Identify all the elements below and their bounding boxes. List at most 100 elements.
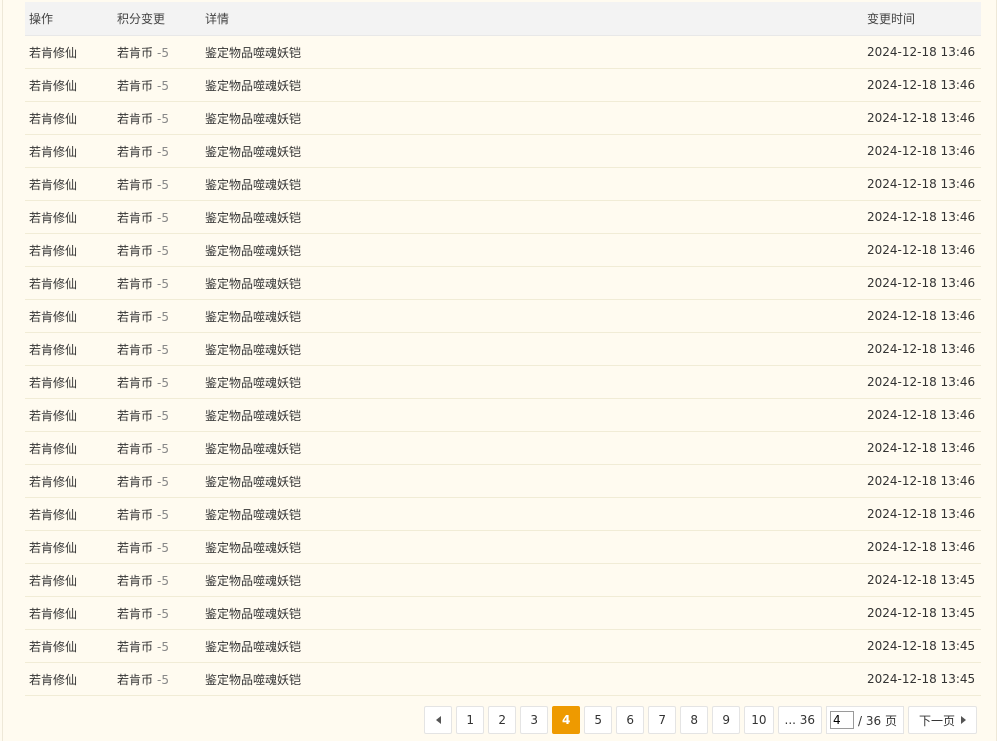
row-change: 若肯币 -5	[113, 473, 201, 490]
row-time: 2024-12-18 13:46	[867, 111, 976, 125]
row-op: 若肯修仙	[29, 177, 78, 192]
row-delta: -5	[157, 375, 169, 390]
row-detail: 鉴定物品噬魂妖铠	[205, 573, 302, 588]
table-row: 若肯修仙 若肯币 -5 鉴定物品噬魂妖铠 2024-12-18 13:46	[25, 531, 981, 564]
row-detail: 鉴定物品噬魂妖铠	[205, 111, 302, 126]
page-button-10[interactable]: 10	[744, 706, 774, 734]
table-row: 若肯修仙 若肯币 -5 鉴定物品噬魂妖铠 2024-12-18 13:46	[25, 102, 981, 135]
page-button-2[interactable]: 2	[488, 706, 517, 734]
row-detail: 鉴定物品噬魂妖铠	[205, 507, 302, 522]
row-time: 2024-12-18 13:46	[867, 45, 976, 59]
row-change: 若肯币 -5	[113, 506, 201, 523]
row-change: 若肯币 -5	[113, 176, 201, 193]
row-currency: 若肯币	[117, 606, 154, 621]
table-row: 若肯修仙 若肯币 -5 鉴定物品噬魂妖铠 2024-12-18 13:46	[25, 333, 981, 366]
page-button-3[interactable]: 3	[520, 706, 549, 734]
table-row: 若肯修仙 若肯币 -5 鉴定物品噬魂妖铠 2024-12-18 13:45	[25, 663, 981, 696]
row-time: 2024-12-18 13:46	[867, 276, 976, 290]
table-row: 若肯修仙 若肯币 -5 鉴定物品噬魂妖铠 2024-12-18 13:46	[25, 201, 981, 234]
pagination: 12345678910 ... 36 / 36 页 下一页	[424, 706, 977, 734]
page-button-4[interactable]: 4	[552, 706, 581, 734]
table-row: 若肯修仙 若肯币 -5 鉴定物品噬魂妖铠 2024-12-18 13:46	[25, 399, 981, 432]
row-change: 若肯币 -5	[113, 374, 201, 391]
row-change: 若肯币 -5	[113, 572, 201, 589]
table-header: 操作 积分变更 详情 变更时间	[25, 2, 981, 36]
row-op: 若肯修仙	[29, 672, 78, 687]
row-change: 若肯币 -5	[113, 308, 201, 325]
row-delta: -5	[157, 441, 169, 456]
page-button-5[interactable]: 5	[584, 706, 613, 734]
page-button-9[interactable]: 9	[712, 706, 741, 734]
row-currency: 若肯币	[117, 78, 154, 93]
content-panel: 操作 积分变更 详情 变更时间 若肯修仙 若肯币 -5 鉴定物品噬魂妖铠 2024-12…	[2, 0, 997, 741]
row-detail: 鉴定物品噬魂妖铠	[205, 78, 302, 93]
row-op: 若肯修仙	[29, 507, 78, 522]
row-detail: 鉴定物品噬魂妖铠	[205, 672, 302, 687]
row-op: 若肯修仙	[29, 606, 78, 621]
row-op: 若肯修仙	[29, 375, 78, 390]
table-row: 若肯修仙 若肯币 -5 鉴定物品噬魂妖铠 2024-12-18 13:45	[25, 564, 981, 597]
row-detail: 鉴定物品噬魂妖铠	[205, 177, 302, 192]
row-op: 若肯修仙	[29, 276, 78, 291]
row-change: 若肯币 -5	[113, 671, 201, 688]
total-pages-label: / 36 页	[858, 713, 897, 728]
row-currency: 若肯币	[117, 441, 154, 456]
row-op: 若肯修仙	[29, 309, 78, 324]
page-button-1[interactable]: 1	[456, 706, 485, 734]
row-currency: 若肯币	[117, 375, 154, 390]
page-button-8[interactable]: 8	[680, 706, 709, 734]
credit-log-table: 操作 积分变更 详情 变更时间 若肯修仙 若肯币 -5 鉴定物品噬魂妖铠 2024-12…	[25, 2, 981, 696]
triangle-left-icon	[435, 716, 441, 724]
row-detail: 鉴定物品噬魂妖铠	[205, 408, 302, 423]
row-delta: -5	[157, 408, 169, 423]
row-time: 2024-12-18 13:46	[867, 144, 976, 158]
row-delta: -5	[157, 276, 169, 291]
next-page-label: 下一页	[918, 713, 955, 728]
row-time: 2024-12-18 13:46	[867, 507, 976, 521]
page-button-6[interactable]: 6	[616, 706, 645, 734]
next-page-button[interactable]: 下一页	[907, 706, 977, 734]
row-op: 若肯修仙	[29, 408, 78, 423]
last-page-button[interactable]: ... 36	[777, 706, 823, 734]
header-time: 变更时间	[867, 12, 916, 26]
page-button-7[interactable]: 7	[648, 706, 677, 734]
row-detail: 鉴定物品噬魂妖铠	[205, 606, 302, 621]
row-delta: -5	[157, 606, 169, 621]
header-detail: 详情	[205, 12, 230, 26]
table-row: 若肯修仙 若肯币 -5 鉴定物品噬魂妖铠 2024-12-18 13:46	[25, 366, 981, 399]
row-currency: 若肯币	[117, 639, 154, 654]
row-currency: 若肯币	[117, 540, 154, 555]
row-change: 若肯币 -5	[113, 143, 201, 160]
row-delta: -5	[157, 540, 169, 555]
row-detail: 鉴定物品噬魂妖铠	[205, 210, 302, 225]
table-row: 若肯修仙 若肯币 -5 鉴定物品噬魂妖铠 2024-12-18 13:45	[25, 630, 981, 663]
row-change: 若肯币 -5	[113, 110, 201, 127]
page-jump-input[interactable]	[830, 711, 855, 729]
row-time: 2024-12-18 13:46	[867, 342, 976, 356]
table-row: 若肯修仙 若肯币 -5 鉴定物品噬魂妖铠 2024-12-18 13:46	[25, 234, 981, 267]
row-time: 2024-12-18 13:45	[867, 672, 976, 686]
row-delta: -5	[157, 144, 169, 159]
table-row: 若肯修仙 若肯币 -5 鉴定物品噬魂妖铠 2024-12-18 13:46	[25, 135, 981, 168]
table-row: 若肯修仙 若肯币 -5 鉴定物品噬魂妖铠 2024-12-18 13:46	[25, 498, 981, 531]
row-detail: 鉴定物品噬魂妖铠	[205, 639, 302, 654]
row-detail: 鉴定物品噬魂妖铠	[205, 276, 302, 291]
row-delta: -5	[157, 573, 169, 588]
row-op: 若肯修仙	[29, 474, 78, 489]
row-time: 2024-12-18 13:45	[867, 639, 976, 653]
row-op: 若肯修仙	[29, 45, 78, 60]
row-detail: 鉴定物品噬魂妖铠	[205, 474, 302, 489]
row-detail: 鉴定物品噬魂妖铠	[205, 144, 302, 159]
row-op: 若肯修仙	[29, 78, 78, 93]
prev-page-button[interactable]	[424, 706, 453, 734]
row-change: 若肯币 -5	[113, 539, 201, 556]
row-change: 若肯币 -5	[113, 275, 201, 292]
row-detail: 鉴定物品噬魂妖铠	[205, 540, 302, 555]
row-detail: 鉴定物品噬魂妖铠	[205, 342, 302, 357]
row-detail: 鉴定物品噬魂妖铠	[205, 309, 302, 324]
row-change: 若肯币 -5	[113, 209, 201, 226]
row-delta: -5	[157, 111, 169, 126]
row-time: 2024-12-18 13:45	[867, 606, 976, 620]
row-time: 2024-12-18 13:46	[867, 309, 976, 323]
table-row: 若肯修仙 若肯币 -5 鉴定物品噬魂妖铠 2024-12-18 13:46	[25, 465, 981, 498]
